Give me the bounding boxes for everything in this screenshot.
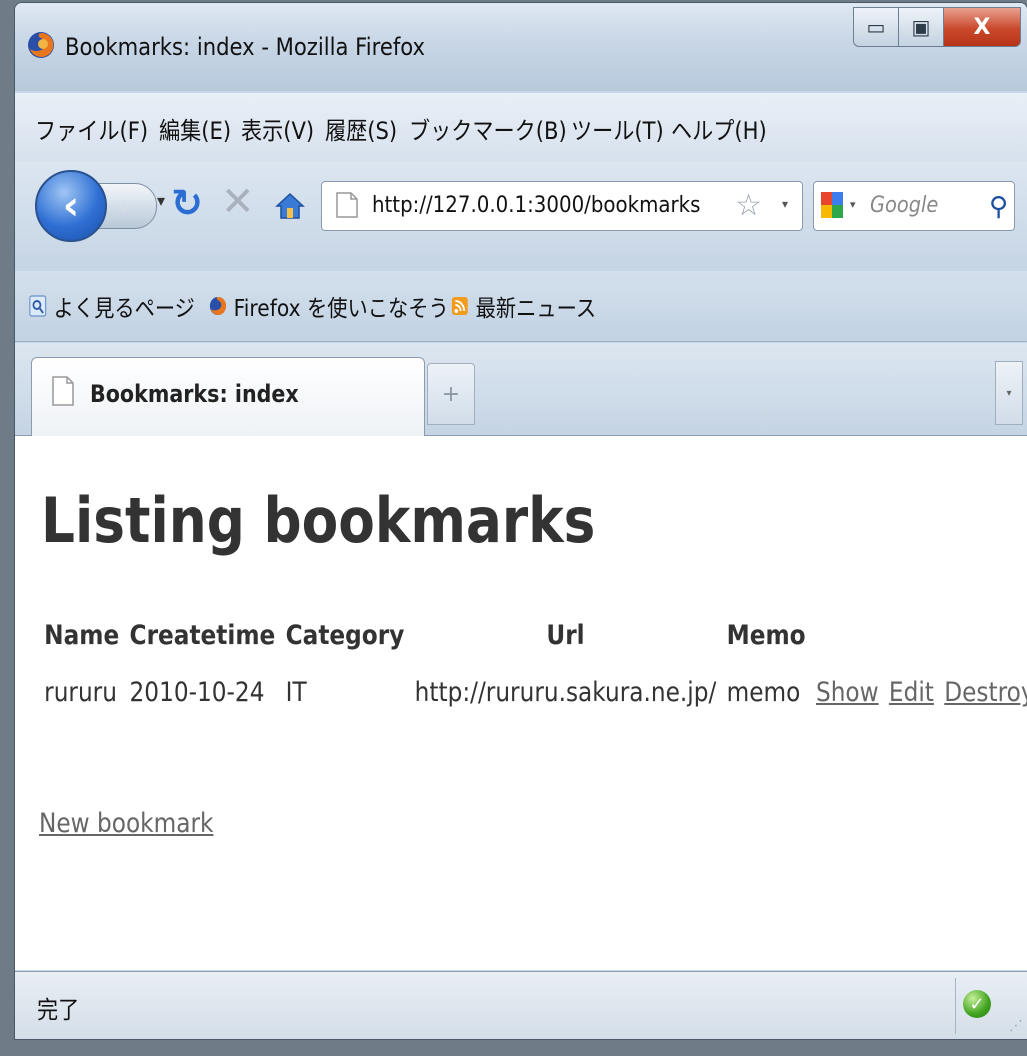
bookmark-label: Firefox を使いこなそう — [233, 296, 449, 322]
back-icon: ‹ — [62, 183, 80, 229]
status-bar: 完了 ✓ ⋰ — [15, 971, 1027, 1039]
column-header-memo: Memo — [726, 620, 806, 651]
title-bar[interactable]: Bookmarks: index - Mozilla Firefox ▭ ▣ X — [15, 3, 1027, 91]
maximize-button[interactable]: ▣ — [898, 7, 944, 47]
cell-name: rururu — [44, 677, 117, 708]
menu-bar: ファイル(F) 編集(E) 表示(V) 履歴(S) ブックマーク(B) ツール(… — [15, 93, 1027, 161]
rss-feed-icon — [451, 297, 468, 315]
tab-label: Bookmarks: index — [90, 380, 299, 408]
cell-show: Show — [811, 655, 884, 712]
google-icon[interactable] — [820, 191, 844, 219]
menu-file[interactable]: ファイル(F) — [35, 111, 148, 146]
check-icon[interactable]: ✓ — [963, 990, 991, 1018]
edit-link[interactable]: Edit — [889, 677, 934, 708]
firefox-icon — [28, 32, 54, 58]
column-header-category: Category — [285, 620, 405, 651]
tab-bookmarks-index[interactable]: Bookmarks: index — [31, 357, 425, 436]
resize-grip-icon[interactable]: ⋰ — [1009, 1018, 1023, 1034]
cell-url: http://rururu.sakura.ne.jp/ — [414, 677, 717, 708]
window-controls: ▭ ▣ X — [853, 7, 1021, 47]
history-dropdown-icon[interactable]: ▾ — [157, 191, 165, 210]
url-text[interactable]: http://127.0.0.1:3000/bookmarks — [372, 193, 700, 218]
star-icon[interactable]: ☆ — [735, 188, 762, 223]
page-content: Listing bookmarks Name Createtime Catego… — [15, 436, 1027, 970]
menu-tools[interactable]: ツール(T) — [571, 111, 664, 146]
smart-bookmark-icon — [29, 295, 47, 317]
bookmarks-table: Name Createtime Category Url Memo rururu… — [39, 616, 1027, 712]
show-link[interactable]: Show — [816, 677, 879, 708]
menu-help[interactable]: ヘルプ(H) — [671, 111, 767, 146]
column-header-actions — [811, 616, 884, 655]
bookmark-latest-news[interactable]: 最新ニュース — [451, 289, 596, 323]
cell-category: IT — [285, 677, 307, 708]
url-bar[interactable]: http://127.0.0.1:3000/bookmarks ☆ ▾ — [321, 181, 803, 231]
status-text: 完了 — [37, 996, 80, 1024]
home-icon[interactable] — [275, 191, 305, 221]
search-engine-dropdown-icon[interactable]: ▾ — [850, 198, 856, 211]
column-header-actions — [939, 616, 1027, 655]
new-tab-button[interactable]: + — [427, 363, 475, 425]
reload-button[interactable]: ↻ — [171, 181, 203, 225]
forward-icon: › — [120, 191, 132, 221]
firefox-icon — [209, 296, 227, 315]
cell-memo: memo — [726, 677, 801, 708]
menu-view[interactable]: 表示(V) — [241, 111, 314, 146]
column-header-url: Url — [546, 620, 585, 651]
cell-edit: Edit — [884, 655, 939, 712]
bookmarks-toolbar: よく見るページ Firefox を使いこなそう 最新ニュース — [15, 271, 1027, 342]
bookmark-label: よく見るページ — [53, 296, 195, 322]
firefox-window: Bookmarks: index - Mozilla Firefox ▭ ▣ X… — [14, 2, 1027, 1040]
column-header-actions — [884, 616, 939, 655]
table-row: rururu 2010-10-24 IT http://rururu.sakur… — [39, 655, 1027, 712]
table-header-row: Name Createtime Category Url Memo — [39, 616, 1027, 655]
tab-bar: Bookmarks: index + ▾ — [15, 343, 1027, 436]
search-icon[interactable]: ⚲ — [989, 192, 1008, 222]
bookmark-label: 最新ニュース — [475, 296, 597, 322]
column-header-name: Name — [44, 620, 120, 651]
minimize-button[interactable]: ▭ — [853, 7, 899, 47]
stop-icon: ✕ — [221, 179, 255, 225]
back-button[interactable]: ‹ — [35, 170, 107, 242]
menu-bookmarks[interactable]: ブックマーク(B) — [409, 111, 567, 146]
window-title: Bookmarks: index - Mozilla Firefox — [65, 33, 426, 61]
page-icon — [336, 192, 358, 218]
column-header-createtime: Createtime — [129, 620, 276, 651]
destroy-link[interactable]: Destroy — [944, 677, 1027, 708]
list-all-tabs-button[interactable]: ▾ — [995, 361, 1023, 425]
page-title: Listing bookmarks — [41, 484, 596, 557]
menu-history[interactable]: 履歴(S) — [325, 111, 397, 146]
new-bookmark-link[interactable]: New bookmark — [39, 808, 213, 839]
bookmark-getting-started[interactable]: Firefox を使いこなそう — [209, 289, 449, 323]
status-divider — [955, 978, 956, 1034]
url-dropdown-icon[interactable]: ▾ — [782, 197, 788, 211]
cell-createtime: 2010-10-24 — [129, 677, 265, 708]
menu-edit[interactable]: 編集(E) — [159, 111, 231, 146]
stop-button[interactable]: ✕ — [221, 179, 255, 225]
close-button[interactable]: X — [943, 7, 1021, 47]
navigation-toolbar: › ‹ ▾ ↻ ✕ http://127.0.0.1:3000/bookmark… — [15, 161, 1027, 269]
search-bar[interactable]: ▾ Google ⚲ — [813, 181, 1015, 231]
search-input[interactable]: Google — [870, 193, 938, 218]
reload-icon: ↻ — [171, 181, 203, 225]
cell-destroy: Destroy — [939, 655, 1027, 712]
bookmark-most-visited[interactable]: よく見るページ — [29, 289, 195, 323]
page-icon — [52, 376, 74, 406]
